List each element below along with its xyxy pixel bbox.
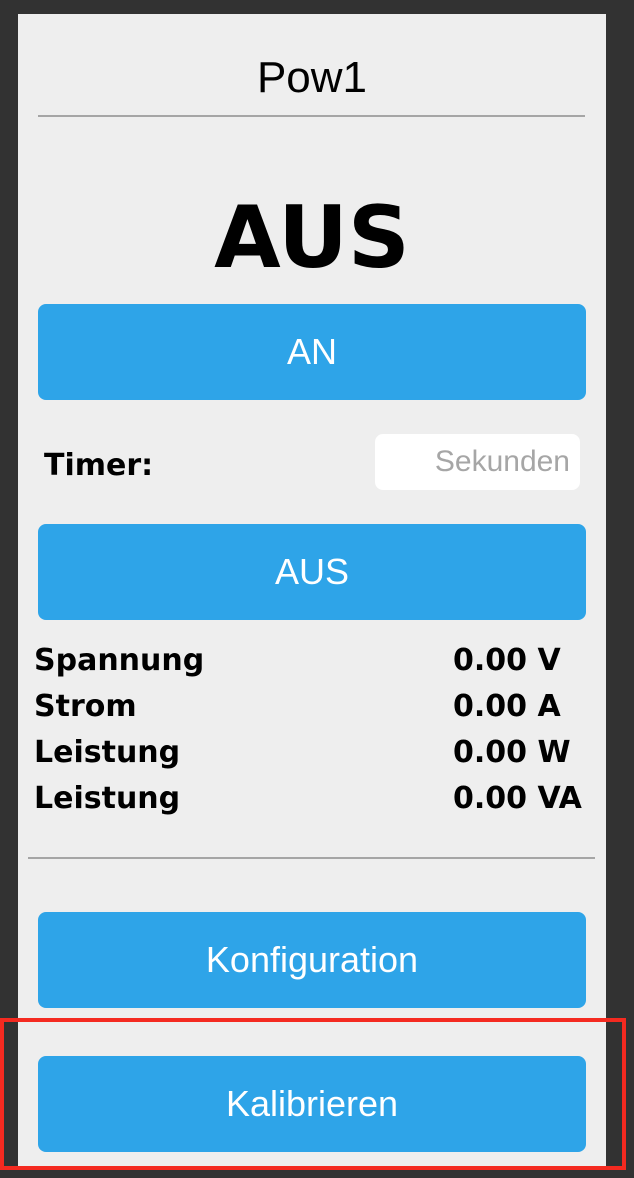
reading-value: 0.00 W [453, 735, 571, 770]
reading-value: 0.00 A [453, 689, 561, 724]
calibrate-button[interactable]: Kalibrieren [38, 1056, 586, 1152]
power-on-button[interactable]: AN [38, 304, 586, 400]
section-divider [28, 857, 595, 859]
timer-seconds-input[interactable] [375, 434, 580, 490]
device-panel: Pow1 AUS AN Timer: AUS Spannung 0.00 V S… [18, 14, 606, 1170]
power-off-button[interactable]: AUS [38, 524, 586, 620]
reading-row-current: Strom 0.00 A [34, 684, 594, 730]
reading-value: 0.00 VA [453, 781, 582, 816]
reading-label: Leistung [34, 735, 181, 770]
title-divider [38, 115, 585, 117]
reading-row-voltage: Spannung 0.00 V [34, 638, 594, 684]
reading-label: Strom [34, 689, 137, 724]
reading-row-apparent-power: Leistung 0.00 VA [34, 776, 594, 822]
reading-row-power: Leistung 0.00 W [34, 730, 594, 776]
timer-label: Timer: [44, 448, 154, 483]
readings-table: Spannung 0.00 V Strom 0.00 A Leistung 0.… [34, 638, 594, 822]
power-state-display: AUS [214, 188, 410, 288]
reading-label: Leistung [34, 781, 181, 816]
configuration-button[interactable]: Konfiguration [38, 912, 586, 1008]
reading-label: Spannung [34, 643, 205, 678]
reading-value: 0.00 V [453, 643, 561, 678]
page-title: Pow1 [256, 53, 368, 102]
